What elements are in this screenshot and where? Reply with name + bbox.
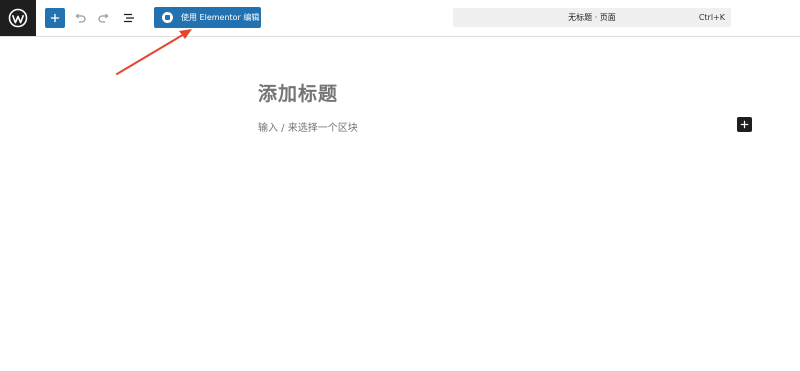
- wordpress-logo-icon[interactable]: [0, 0, 36, 36]
- keyboard-shortcut: Ctrl+K: [698, 13, 725, 22]
- redo-icon: [98, 13, 109, 23]
- list-view-icon: [124, 13, 134, 23]
- editor-page: 使用 Elementor 编辑 无标题 · 页面 Ctrl+K 添加标题 输入 …: [0, 0, 800, 371]
- post-title-input[interactable]: 添加标题: [258, 79, 338, 106]
- plus-icon: [50, 13, 60, 23]
- annotation-arrow: [116, 29, 192, 75]
- elementor-button-label: 使用 Elementor 编辑: [181, 13, 260, 22]
- redo-button[interactable]: [94, 8, 114, 28]
- editor-toolbar: 使用 Elementor 编辑 无标题 · 页面 Ctrl+K: [0, 0, 800, 37]
- inline-add-block-button[interactable]: [737, 117, 752, 132]
- undo-icon: [75, 13, 86, 23]
- add-block-button[interactable]: [45, 8, 65, 28]
- plus-icon: [740, 120, 749, 129]
- edit-with-elementor-button[interactable]: 使用 Elementor 编辑: [154, 7, 261, 28]
- command-palette-bar[interactable]: 无标题 · 页面 Ctrl+K: [453, 8, 731, 27]
- document-title: 无标题 · 页面: [568, 13, 616, 22]
- block-appender[interactable]: 输入 / 来选择一个区块: [258, 119, 358, 134]
- list-view-button[interactable]: [119, 8, 139, 28]
- undo-button[interactable]: [70, 8, 90, 28]
- elementor-icon: [162, 12, 173, 23]
